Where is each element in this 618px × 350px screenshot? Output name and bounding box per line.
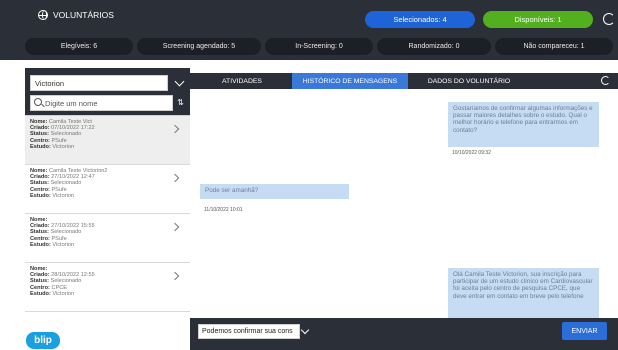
field-label: Estudo: bbox=[30, 241, 51, 248]
status-value: Selecionado bbox=[50, 180, 82, 187]
tab-historico-mensagens[interactable]: HISTÓRICO DE MENSAGENS bbox=[292, 73, 408, 89]
chevron-down-icon[interactable] bbox=[300, 324, 311, 339]
created-date: 07/10/2022 17:22 bbox=[51, 125, 95, 132]
field-label: Criado: bbox=[30, 125, 50, 132]
study-value: Victorion bbox=[52, 241, 75, 248]
stat-randomizado[interactable]: Randomizado: 0 bbox=[377, 38, 491, 55]
message-bubble-outgoing: Gostaríamos de confirmar algumas informa… bbox=[448, 102, 599, 147]
header-bar: VOLUNTÁRIOS Selecionados: 4 Disponíveis:… bbox=[0, 0, 618, 60]
message-bubble-incoming: Pode ser amanhã? bbox=[200, 184, 349, 199]
field-label: Criado: bbox=[30, 174, 50, 181]
list-item[interactable]: Nome: Camila Teste Victorion2 Criado: 27… bbox=[25, 165, 190, 214]
search-input[interactable]: Digite um nome bbox=[30, 95, 173, 111]
field-label: Nome: bbox=[30, 168, 48, 174]
study-value: Victorion bbox=[52, 143, 75, 150]
page-title-wrap: VOLUNTÁRIOS bbox=[38, 10, 114, 20]
field-label: Status: bbox=[30, 229, 49, 236]
study-value: Victorion bbox=[52, 192, 75, 199]
list-item[interactable]: Nome: Criado: 27/10/2022 15:55 Status: S… bbox=[25, 214, 190, 263]
field-label: Estudo: bbox=[30, 290, 51, 297]
study-value: Victorion bbox=[52, 290, 75, 297]
available-count-pill[interactable]: Disponíveis: 1 bbox=[483, 11, 593, 28]
volunteer-name: Camila Teste Victorion2 bbox=[48, 168, 108, 174]
send-button[interactable]: ENVIAR bbox=[562, 322, 607, 340]
stat-nao-compareceu[interactable]: Não compareceu: 1 bbox=[495, 38, 613, 55]
field-label: Centro: bbox=[30, 284, 50, 291]
center-value: CPCE bbox=[51, 284, 67, 291]
globe-icon bbox=[38, 10, 48, 20]
stat-screening-agendado[interactable]: Screening agendado: 5 bbox=[137, 38, 261, 55]
tab-dados-voluntario[interactable]: DADOS DO VOLUNTÁRIO bbox=[414, 73, 524, 89]
field-label: Nome: bbox=[30, 217, 48, 223]
refresh-icon[interactable] bbox=[601, 76, 610, 85]
volunteer-list: Nome: Camila Teste Vict Criado: 07/10/20… bbox=[25, 115, 190, 334]
message-timestamp: 10/10/2022 09:32 bbox=[452, 150, 491, 156]
field-label: Status: bbox=[30, 131, 49, 138]
field-label: Nome: bbox=[30, 266, 48, 272]
selected-count-pill[interactable]: Selecionados: 4 bbox=[365, 11, 475, 28]
created-date: 27/10/2022 12:47 bbox=[51, 174, 95, 181]
study-select[interactable]: Victorion bbox=[30, 75, 168, 91]
search-icon bbox=[34, 98, 42, 106]
field-label: Criado: bbox=[30, 223, 50, 230]
volunteer-name: Camila Teste Vict bbox=[48, 119, 92, 125]
page-title: VOLUNTÁRIOS bbox=[53, 10, 114, 20]
message-compose-bar: Podemos confirmar sua cons ENVIAR bbox=[190, 318, 618, 350]
created-date: 27/10/2022 15:55 bbox=[51, 223, 95, 230]
field-label: Estudo: bbox=[30, 143, 51, 150]
chevron-down-icon[interactable] bbox=[173, 76, 187, 90]
volunteer-sidebar: Victorion Digite um nome ⇅ Nome: Camila … bbox=[25, 68, 190, 334]
list-item[interactable]: Nome: Criado: 28/10/2022 12:55 Status: S… bbox=[25, 263, 190, 312]
center-value: PSufe bbox=[51, 235, 67, 242]
stats-row: Elegíveis: 6 Screening agendado: 5 In-Sc… bbox=[25, 38, 618, 56]
field-label: Centro: bbox=[30, 137, 50, 144]
field-label: Centro: bbox=[30, 235, 50, 242]
field-label: Centro: bbox=[30, 186, 50, 193]
tab-atividades[interactable]: ATIVIDADES bbox=[192, 73, 292, 89]
sort-icon[interactable]: ⇅ bbox=[175, 96, 186, 110]
created-date: 28/10/2022 12:55 bbox=[51, 272, 95, 279]
tab-bar: ATIVIDADES HISTÓRICO DE MENSAGENS DADOS … bbox=[190, 73, 618, 89]
refresh-icon[interactable] bbox=[603, 13, 615, 25]
field-label: Estudo: bbox=[30, 192, 51, 199]
center-value: PSufe bbox=[51, 186, 67, 193]
message-history: Gostaríamos de confirmar algumas informa… bbox=[190, 92, 618, 318]
field-label: Criado: bbox=[30, 272, 50, 279]
field-label: Nome: bbox=[30, 119, 48, 125]
blip-logo[interactable]: blip bbox=[26, 332, 60, 349]
field-label: Status: bbox=[30, 278, 49, 285]
message-template-select[interactable]: Podemos confirmar sua cons bbox=[198, 324, 300, 339]
stat-in-screening[interactable]: In-Screening: 0 bbox=[265, 38, 373, 55]
stat-elegiveis[interactable]: Elegíveis: 6 bbox=[25, 38, 133, 55]
message-timestamp: 11/10/2022 10:01 bbox=[204, 207, 243, 213]
status-value: Selecionado bbox=[50, 131, 82, 138]
field-label: Status: bbox=[30, 180, 49, 187]
center-value: PSufe bbox=[51, 137, 67, 144]
status-value: Selecionado bbox=[50, 229, 82, 236]
list-item[interactable]: Nome: Camila Teste Vict Criado: 07/10/20… bbox=[25, 116, 190, 165]
message-bubble-outgoing: Olá Camila Teste Victorion, sua inscriçã… bbox=[448, 268, 599, 318]
status-value: Selecionado bbox=[50, 278, 82, 285]
